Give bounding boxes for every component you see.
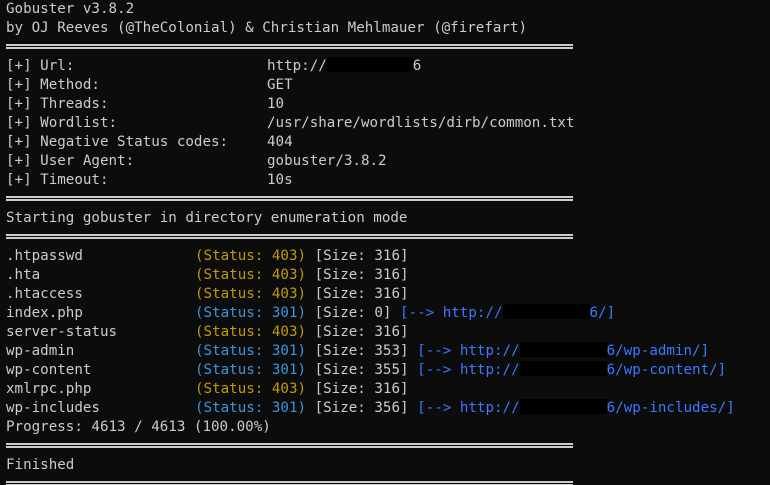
config-row-user-agent: [+] User Agent: gobuster/3.8.2	[6, 153, 387, 169]
redirect-link[interactable]: [--> http://6/wp-includes/]	[417, 399, 735, 416]
result-row: .htaccess (Status: 403) [Size: 316]	[6, 286, 409, 302]
status-code: (Status: 403)	[195, 381, 307, 397]
config-row-threads: [+] Threads: 10	[6, 96, 285, 112]
result-row: xmlrpc.php (Status: 403) [Size: 316]	[6, 381, 409, 397]
tool-title: Gobuster v3.8.2	[6, 1, 135, 17]
mode-line: Starting gobuster in directory enumerati…	[6, 210, 408, 226]
terminal-window[interactable]: Gobuster v3.8.2 by OJ Reeves (@TheColoni…	[0, 0, 770, 485]
config-row-method: [+] Method: GET	[6, 77, 293, 93]
status-code: (Status: 403)	[195, 286, 307, 302]
status-code: (Status: 301)	[195, 305, 307, 321]
config-row-negative-status: [+] Negative Status codes: 404	[6, 134, 293, 150]
redacted-host	[519, 399, 607, 414]
result-row: server-status (Status: 403) [Size: 316]	[6, 324, 409, 340]
config-row-url: [+] Url: http://6	[6, 57, 422, 74]
separator-line	[6, 228, 770, 247]
result-row: wp-content (Status: 301) [Size: 355] [-->…	[6, 361, 727, 378]
result-row: index.php (Status: 301) [Size: 0] [--> ht…	[6, 304, 616, 321]
separator-line	[6, 38, 770, 57]
separator-line	[6, 475, 770, 485]
tool-authors: by OJ Reeves (@TheColonial) & Christian …	[6, 20, 528, 36]
status-code: (Status: 301)	[195, 343, 307, 359]
redacted-host	[326, 57, 413, 72]
progress-line: Progress: 4613 / 4613 (100.00%)	[6, 419, 271, 435]
redirect-link[interactable]: [--> http://6/wp-content/]	[417, 361, 726, 378]
status-code: (Status: 403)	[195, 248, 307, 264]
config-row-timeout: [+] Timeout: 10s	[6, 172, 293, 188]
finished-line: Finished	[6, 457, 75, 473]
redacted-host	[519, 342, 607, 357]
redacted-host	[502, 304, 590, 319]
redirect-link[interactable]: [--> http://6/wp-admin/]	[417, 342, 709, 359]
result-row: .htpasswd (Status: 403) [Size: 316]	[6, 248, 409, 264]
separator-line	[6, 190, 770, 209]
redacted-host	[519, 361, 607, 376]
result-row: .hta (Status: 403) [Size: 316]	[6, 267, 409, 283]
status-code: (Status: 403)	[195, 267, 307, 283]
config-row-wordlist: [+] Wordlist:/usr/share/wordlists/dirb/c…	[6, 115, 575, 131]
separator-line	[6, 437, 770, 456]
result-row: wp-admin (Status: 301) [Size: 353] [--> h…	[6, 342, 710, 359]
redirect-link[interactable]: [--> http://6/]	[400, 304, 615, 321]
status-code: (Status: 403)	[195, 324, 307, 340]
status-code: (Status: 301)	[195, 362, 307, 378]
result-row: wp-includes (Status: 301) [Size: 356] [--…	[6, 399, 735, 416]
status-code: (Status: 301)	[195, 400, 307, 416]
